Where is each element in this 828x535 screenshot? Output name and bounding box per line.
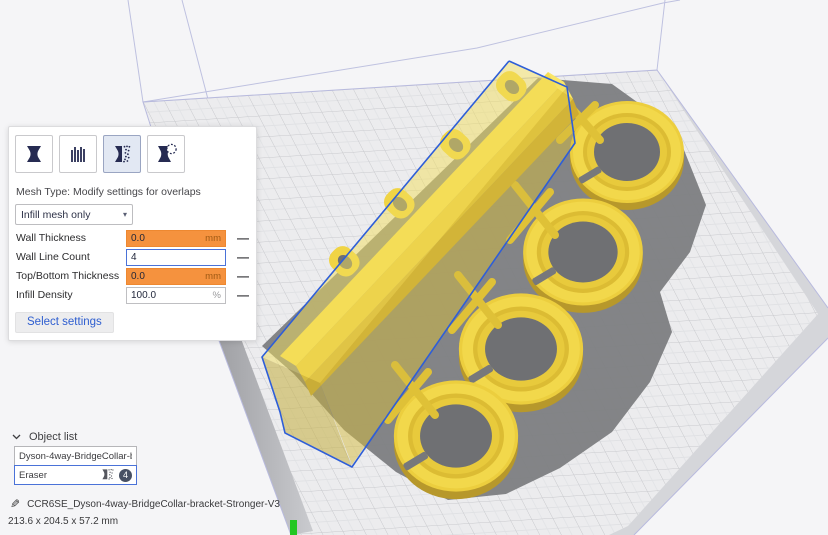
remove-setting-button[interactable]: — <box>235 287 251 303</box>
object-list-header[interactable]: Object list <box>12 431 77 443</box>
setting-row-top-bottom-thickness: Top/Bottom Thickness 0.0 mm — <box>16 268 250 285</box>
remove-setting-button[interactable]: — <box>235 230 251 246</box>
setting-label: Infill Density <box>16 289 73 301</box>
anti-overlap-mesh-button[interactable] <box>147 135 185 173</box>
overlap-mode-dropdown[interactable]: Infill mesh only ▾ <box>15 204 133 225</box>
object-item-label: Eraser <box>19 470 100 481</box>
setting-unit: % <box>213 290 221 301</box>
remove-setting-button[interactable]: — <box>235 268 251 284</box>
overlap-mesh-icon <box>110 142 134 166</box>
mesh-count-badge: 4 <box>119 469 132 482</box>
job-name-row: ✎ CCR6SE_Dyson-4way-BridgeCollar-bracket… <box>10 497 280 511</box>
object-list-item-bracket[interactable]: Dyson-4way-BridgeCollar-bra... <box>14 446 137 466</box>
normal-mesh-icon <box>22 142 46 166</box>
infill-density-input[interactable]: 100.0 % <box>126 287 226 304</box>
model-dimensions: 213.6 x 204.5 x 57.2 mm <box>8 516 118 527</box>
setting-row-wall-line-count: Wall Line Count 4 — <box>16 249 250 266</box>
select-settings-button[interactable]: Select settings <box>15 312 114 333</box>
setting-value: 100.0 <box>131 290 156 301</box>
per-model-settings-panel: Mesh Type: Modify settings for overlaps … <box>8 126 257 341</box>
overlap-mesh-icon <box>100 468 116 482</box>
chevron-down-icon <box>12 434 21 440</box>
overlap-mode-value: Infill mesh only <box>21 209 90 221</box>
job-name: CCR6SE_Dyson-4way-BridgeCollar-bracket-S… <box>27 499 280 510</box>
chevron-down-icon: ▾ <box>123 210 127 219</box>
cura-3d-slicer-window: Mesh Type: Modify settings for overlaps … <box>0 0 828 535</box>
wall-line-count-input[interactable]: 4 <box>126 249 226 266</box>
setting-value: 0.0 <box>131 271 145 282</box>
support-mesh-button[interactable] <box>59 135 97 173</box>
setting-label: Wall Line Count <box>16 251 90 263</box>
setting-row-wall-thickness: Wall Thickness 0.0 mm — <box>16 230 250 247</box>
setting-value: 0.0 <box>131 233 145 244</box>
mesh-type-description: Mesh Type: Modify settings for overlaps <box>16 186 201 198</box>
wall-thickness-input[interactable]: 0.0 mm <box>126 230 226 247</box>
support-mesh-icon <box>66 142 90 166</box>
object-list-item-eraser[interactable]: Eraser 4 <box>14 465 137 485</box>
origin-marker <box>290 520 297 535</box>
object-item-label: Dyson-4way-BridgeCollar-bra... <box>19 451 132 462</box>
edit-pencil-icon[interactable]: ✎ <box>10 497 20 511</box>
top-bottom-thickness-input[interactable]: 0.0 mm <box>126 268 226 285</box>
setting-row-infill-density: Infill Density 100.0 % — <box>16 287 250 304</box>
anti-overlap-mesh-icon <box>154 142 178 166</box>
normal-mesh-button[interactable] <box>15 135 53 173</box>
object-list-title: Object list <box>29 431 77 443</box>
setting-label: Top/Bottom Thickness <box>16 270 119 282</box>
overlap-mesh-button[interactable] <box>103 135 141 173</box>
mesh-type-buttons <box>15 135 185 173</box>
remove-setting-button[interactable]: — <box>235 249 251 265</box>
collar-ring-4 <box>394 380 518 499</box>
setting-value: 4 <box>131 252 137 263</box>
setting-unit: mm <box>205 233 221 244</box>
setting-unit: mm <box>205 271 221 282</box>
setting-label: Wall Thickness <box>16 232 86 244</box>
